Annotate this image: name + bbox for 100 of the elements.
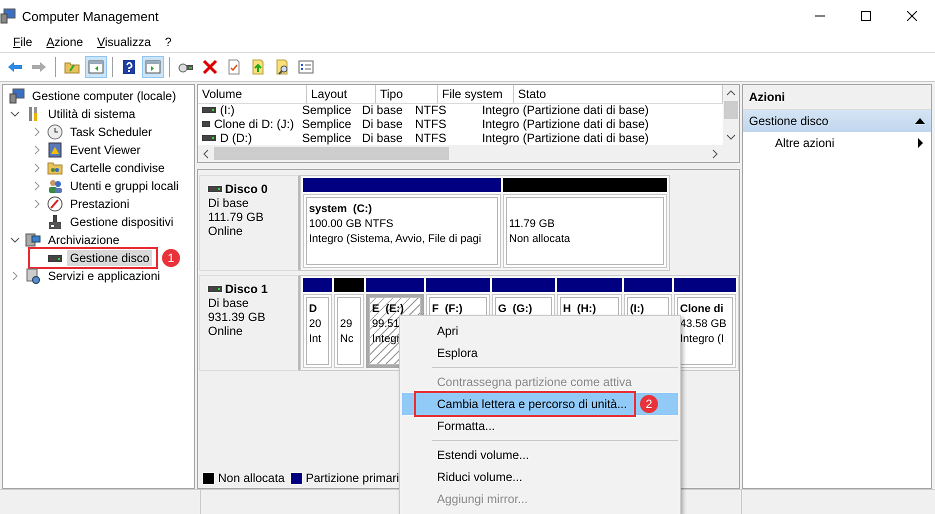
menu-item[interactable]: File: [6, 35, 40, 49]
table-cell: Integro (Partizione dati di base): [482, 117, 649, 131]
partition-detail: Integro (I: [680, 332, 724, 347]
panel-icon: [145, 59, 161, 75]
table-cell: Semplice: [302, 103, 352, 117]
device-icon: [47, 214, 63, 230]
context-menu-item[interactable]: Estendi volume...: [402, 444, 678, 466]
column-header[interactable]: File system: [438, 85, 514, 103]
partition[interactable]: 11.79 GB Non allocata: [503, 194, 667, 268]
table-cell: NTFS: [415, 103, 446, 117]
disk-size: 931.39 GB: [208, 310, 266, 324]
context-menu-item[interactable]: Cambia lettera e percorso di unità... 2: [402, 393, 678, 415]
tree-item[interactable]: Archiviazione: [45, 232, 122, 248]
callout-badge: 1: [162, 249, 180, 267]
partition-detail: Integr: [372, 332, 400, 347]
partition-title: system (C:): [309, 202, 372, 217]
partition-title: H (H:): [563, 302, 596, 317]
partition[interactable]: Clone di 43.58 GB Integro (I: [674, 294, 736, 368]
partition-bar: [366, 278, 424, 292]
menu-item[interactable]: Visualizza: [90, 35, 158, 49]
partition-title: G (G:): [498, 302, 532, 317]
gear-icon: [25, 268, 41, 284]
help-icon: [121, 59, 137, 75]
folder-icon: [47, 160, 63, 176]
partition-title: (I:): [630, 302, 644, 317]
delete-icon: [202, 59, 218, 75]
drive-icon: [208, 285, 222, 293]
maximize-icon: [861, 11, 871, 21]
collapse-icon: [915, 118, 925, 124]
tree-item[interactable]: Utenti e gruppi locali: [67, 178, 182, 194]
tree-item[interactable]: Utilità di sistema: [45, 106, 138, 122]
actions-section[interactable]: Gestione disco: [743, 110, 931, 132]
scrollbar-thumb[interactable]: [214, 147, 449, 160]
table-cell: (I:): [220, 103, 235, 117]
partition-detail: 11.79 GB: [509, 217, 555, 232]
table-cell: NTFS: [415, 131, 446, 145]
computer-icon: [0, 8, 16, 24]
partition-detail: Integro (Sistema, Avvio, File di pagi: [309, 232, 482, 247]
close-icon: [907, 11, 917, 21]
tree-item[interactable]: Event Viewer: [67, 142, 144, 158]
table-cell: Clone di D: (J:): [214, 117, 294, 131]
partition-detail: 100.00 GB NTFS: [309, 217, 394, 232]
tree-item[interactable]: Servizi e applicazioni: [45, 268, 164, 284]
notebook-icon: [47, 142, 63, 158]
context-menu-item[interactable]: Formatta...: [402, 415, 678, 437]
callout-badge: 2: [640, 395, 658, 413]
drive-icon: [202, 106, 216, 114]
legend-label: Partizione primari: [306, 471, 400, 485]
partition-bar: [624, 278, 672, 292]
storage-icon: [25, 232, 41, 248]
partition-detail: Nc: [340, 332, 354, 347]
partition[interactable]: system (C:) 100.00 GB NTFS Integro (Sistema, Avvio, File di pagi: [303, 194, 501, 268]
tree-item[interactable]: Prestazioni: [67, 196, 132, 212]
checklist-icon: [298, 59, 314, 75]
tree-item[interactable]: Task Scheduler: [67, 124, 156, 140]
back-arrow-icon: [7, 59, 23, 75]
partition-detail: Non allocata: [509, 232, 570, 247]
forward-arrow-icon: [31, 59, 47, 75]
actions-title: Azioni: [743, 85, 931, 110]
column-header[interactable]: Volume: [198, 85, 307, 103]
partition-title: E (E:): [372, 302, 404, 317]
partition-bar: [303, 278, 332, 292]
table-cell: Semplice: [302, 131, 352, 145]
tree-item[interactable]: Gestione computer (locale): [29, 88, 180, 104]
menu-item[interactable]: ?: [158, 35, 179, 49]
column-header[interactable]: Layout: [307, 85, 376, 103]
panel-icon: [88, 59, 104, 75]
tree-item[interactable]: Gestione disco: [67, 250, 152, 266]
table-cell: D (D:): [220, 131, 252, 145]
tree-item[interactable]: Gestione dispositivi: [67, 214, 176, 230]
disk-status: Online: [208, 224, 244, 238]
disk-size: 111.79 GB: [208, 210, 265, 224]
submenu-arrow-icon: [918, 138, 923, 148]
partition-detail: 43.58 GB: [680, 317, 726, 332]
partition-bar: [426, 278, 490, 292]
column-header[interactable]: Tipo: [376, 85, 438, 103]
partition-detail: Int: [309, 332, 322, 347]
table-cell: Integro (Partizione dati di base): [482, 131, 649, 145]
partition-title: Clone di: [680, 302, 724, 317]
context-menu-item[interactable]: Riduci volume...: [402, 466, 678, 488]
partition-detail: 99.51: [372, 317, 400, 332]
partition[interactable]: D 20 Int: [303, 294, 332, 368]
partition-bar: [492, 278, 555, 292]
scrollbar-thumb[interactable]: [724, 101, 738, 119]
action-link[interactable]: Altre azioni: [775, 136, 834, 150]
table-cell: Semplice: [302, 117, 352, 131]
disk-status: Online: [208, 324, 244, 338]
partition-detail: 20: [309, 317, 322, 332]
partition-detail: 29: [340, 317, 352, 332]
partition[interactable]: 29 Nc: [334, 294, 364, 368]
table-cell: Integro (Partizione dati di base): [482, 103, 649, 117]
tree-item[interactable]: Cartelle condivise: [67, 160, 168, 176]
disk-type: Di base: [208, 296, 250, 310]
table-cell: Di base: [362, 117, 403, 131]
toolbar-button[interactable]: [85, 56, 107, 78]
toolbar-button[interactable]: [142, 56, 164, 78]
gauge-icon: [47, 196, 63, 212]
partition-title: F (F:): [432, 302, 463, 317]
disk-name: Disco 1: [225, 282, 268, 296]
menu-item[interactable]: Azione: [39, 35, 90, 49]
